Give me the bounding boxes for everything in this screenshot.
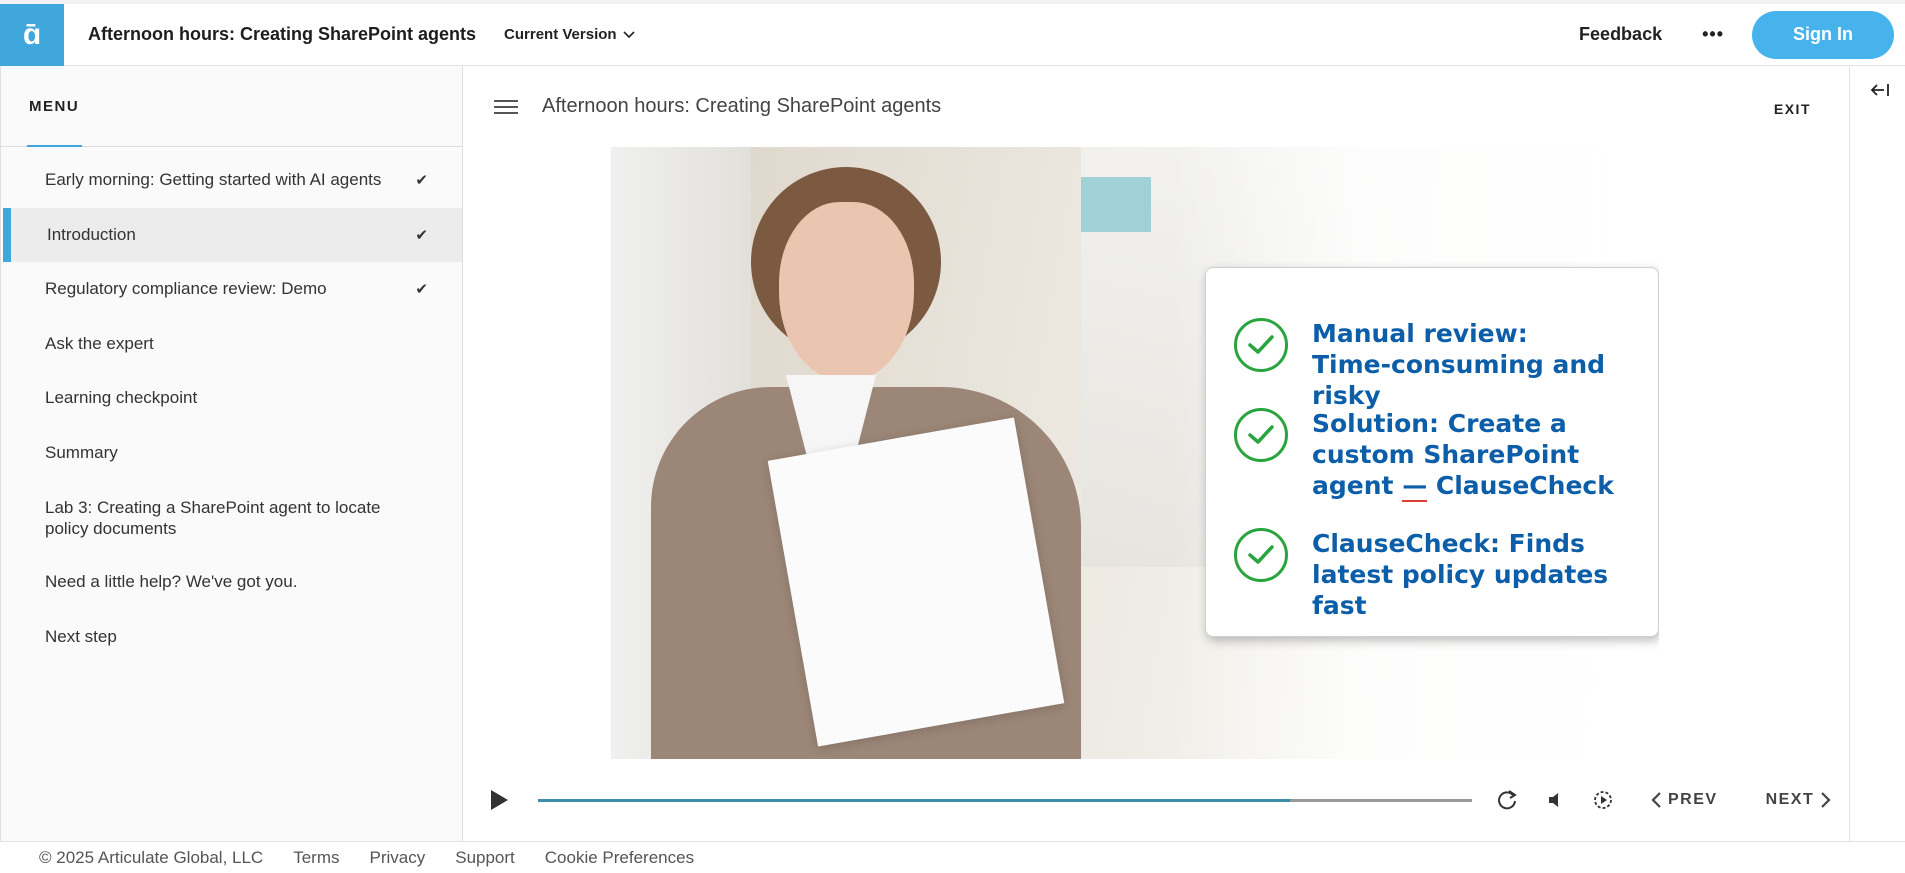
sidebar-lesson-label: Early morning: Getting started with AI a… xyxy=(45,170,382,190)
sign-in-button[interactable]: Sign In xyxy=(1752,10,1894,59)
background-box xyxy=(1081,177,1151,232)
menu-tab-underline xyxy=(27,145,82,147)
logo-glyph: ɑ̄ xyxy=(22,17,42,51)
play-button[interactable] xyxy=(484,785,514,815)
sidebar-lesson-item[interactable]: Need a little help? We've got you. xyxy=(1,555,462,610)
lesson-sidebar: MENU Early morning: Getting started with… xyxy=(0,66,463,841)
sidebar-lesson-item[interactable]: Ask the expert xyxy=(1,317,462,372)
person-face xyxy=(779,202,914,382)
articulate-logo[interactable]: ɑ̄ xyxy=(0,3,64,66)
footer-link-cookie-preferences[interactable]: Cookie Preferences xyxy=(545,848,694,868)
playback-speed-button[interactable] xyxy=(1590,787,1616,813)
sidebar-lesson-label: Summary xyxy=(45,442,118,462)
exit-button[interactable]: EXIT xyxy=(1774,101,1811,117)
feedback-button[interactable]: Feedback xyxy=(1579,24,1662,45)
checkmark-icon: ✔ xyxy=(415,226,428,244)
replay-icon xyxy=(1498,790,1517,810)
progress-bar[interactable] xyxy=(538,798,1472,802)
play-icon xyxy=(491,790,508,810)
spellcheck-underline: — xyxy=(1402,471,1428,502)
sidebar-lesson-item[interactable]: Next step xyxy=(1,610,462,665)
more-options-button[interactable]: ••• xyxy=(1702,24,1724,45)
callout-row: Manual review: Time-consuming and risky xyxy=(1234,318,1658,411)
lesson-main: Afternoon hours: Creating SharePoint age… xyxy=(464,66,1849,841)
callout-row: ClauseCheck: Finds latest policy updates… xyxy=(1234,528,1658,621)
callout-row: Solution: Create a custom SharePoint age… xyxy=(1234,408,1614,502)
speed-icon xyxy=(1594,791,1612,809)
collapse-sidebar-icon[interactable] xyxy=(1870,82,1890,98)
sidebar-lesson-label: Ask the expert xyxy=(45,333,154,353)
sidebar-lesson-label: Learning checkpoint xyxy=(45,388,198,408)
footer-link-support[interactable]: Support xyxy=(455,848,515,868)
sidebar-lesson-item[interactable]: Introduction ✔ xyxy=(3,207,462,262)
lesson-title: Afternoon hours: Creating SharePoint age… xyxy=(542,95,942,117)
lesson-header: Afternoon hours: Creating SharePoint age… xyxy=(464,66,1849,147)
footer-link-terms[interactable]: Terms xyxy=(293,848,339,868)
menu-tab[interactable]: MENU xyxy=(1,66,462,147)
sidebar-lesson-label: Need a little help? We've got you. xyxy=(45,572,298,592)
prev-label: PREV xyxy=(1668,791,1718,808)
callout-text: Solution: Create a custom SharePoint age… xyxy=(1312,409,1614,502)
sidebar-lesson-item[interactable]: Summary xyxy=(1,426,462,481)
next-button[interactable]: NEXT xyxy=(1766,791,1833,809)
volume-icon xyxy=(1549,793,1558,807)
version-label: Current Version xyxy=(504,26,617,43)
check-circle-icon xyxy=(1234,318,1288,372)
sidebar-lesson-label: Regulatory compliance review: Demo xyxy=(45,279,327,299)
callout-text: ClauseCheck: Finds latest policy updates… xyxy=(1312,529,1609,620)
chevron-right-icon xyxy=(1821,792,1831,808)
info-callout: Manual review: Time-consuming and risky … xyxy=(1205,267,1659,637)
hamburger-menu-icon[interactable] xyxy=(494,99,518,114)
check-circle-icon xyxy=(1234,528,1288,582)
video-frame[interactable]: Manual review: Time-consuming and risky … xyxy=(611,147,1659,759)
next-label: NEXT xyxy=(1765,791,1815,808)
chevron-down-icon xyxy=(622,30,635,38)
sidebar-lesson-label: Introduction xyxy=(47,224,136,244)
volume-button[interactable] xyxy=(1542,787,1568,813)
copyright-text: © 2025 Articulate Global, LLC xyxy=(39,847,264,867)
sidebar-lesson-item[interactable]: Early morning: Getting started with AI a… xyxy=(1,153,462,208)
menu-tab-label: MENU xyxy=(29,98,80,115)
prev-button[interactable]: PREV xyxy=(1650,791,1718,809)
player-controls: PREV NEXT xyxy=(464,759,1849,841)
top-bar: ɑ̄ Afternoon hours: Creating SharePoint … xyxy=(0,0,1905,66)
sidebar-lesson-item[interactable]: Regulatory compliance review: Demo ✔ xyxy=(1,262,462,317)
footer: © 2025 Articulate Global, LLC Terms Priv… xyxy=(0,841,1905,873)
replay-button[interactable] xyxy=(1494,787,1520,813)
collapse-rail xyxy=(1849,66,1905,841)
sidebar-lesson-item[interactable]: Lab 3: Creating a SharePoint agent to lo… xyxy=(1,480,462,555)
paper-document xyxy=(767,417,1065,747)
sidebar-lesson-label: Next step xyxy=(45,626,117,646)
progress-fill xyxy=(538,798,1290,802)
lesson-list: Early morning: Getting started with AI a… xyxy=(1,147,462,664)
version-dropdown[interactable]: Current Version xyxy=(504,26,635,43)
checkmark-icon: ✔ xyxy=(415,281,428,299)
sidebar-lesson-item[interactable]: Learning checkpoint xyxy=(1,371,462,426)
callout-text: Manual review: Time-consuming and risky xyxy=(1312,319,1606,410)
sidebar-lesson-label: Lab 3: Creating a SharePoint agent to lo… xyxy=(45,497,381,538)
chevron-left-icon xyxy=(1651,792,1661,808)
footer-link-privacy[interactable]: Privacy xyxy=(370,848,426,868)
checkmark-icon: ✔ xyxy=(415,172,428,190)
course-title: Afternoon hours: Creating SharePoint age… xyxy=(88,24,477,44)
check-circle-icon xyxy=(1234,408,1288,462)
